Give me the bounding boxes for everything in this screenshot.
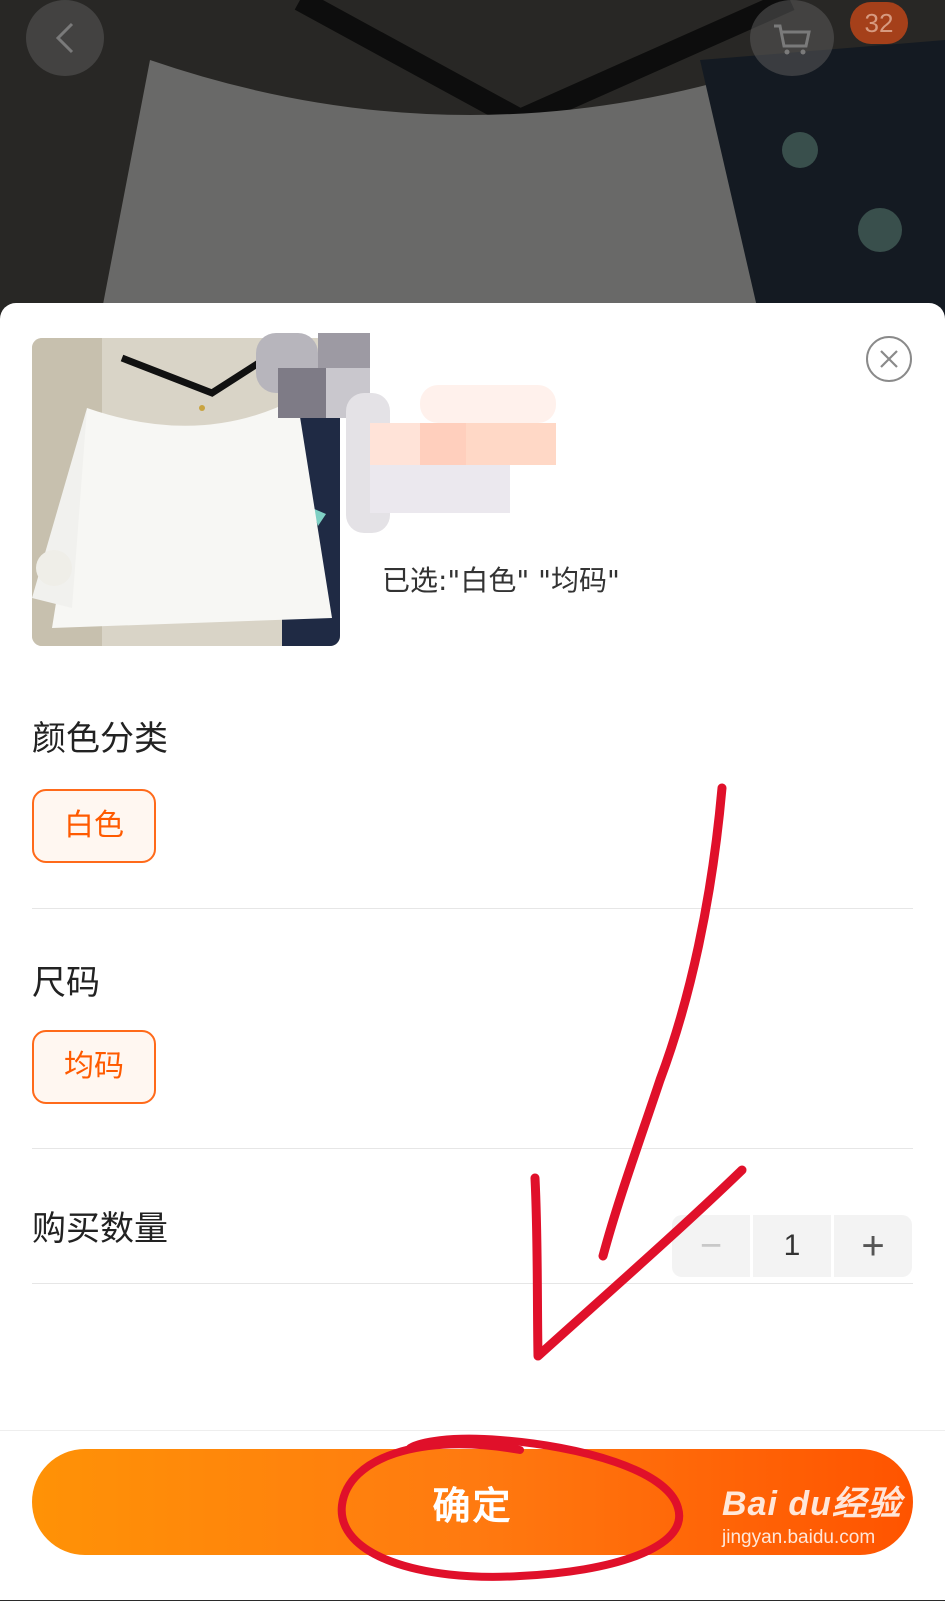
color-section-title: 颜色分类 <box>32 719 168 759</box>
selected-spec-text: 已选:"白色" "均码" <box>382 564 620 597</box>
size-section-title: 尺码 <box>32 963 100 1003</box>
color-option-white[interactable]: 白色 <box>32 789 156 863</box>
divider <box>32 908 913 909</box>
size-option-onesize[interactable]: 均码 <box>32 1030 156 1104</box>
quantity-minus-button[interactable]: − <box>672 1215 750 1277</box>
cart-button[interactable] <box>750 0 834 76</box>
cart-count-badge: 32 <box>850 2 908 44</box>
price-mosaic <box>256 333 556 533</box>
quantity-value[interactable]: 1 <box>753 1215 831 1277</box>
baidu-jingyan-watermark: Bai du经验 jingyan.baidu.com <box>722 1476 922 1549</box>
quantity-stepper: − 1 + <box>672 1215 912 1277</box>
sku-selection-sheet: 已选:"白色" "均码" 颜色分类 白色 尺码 均码 购买数量 − 1 + 确定 <box>0 303 945 1600</box>
watermark-logo: Bai du经验 <box>722 1485 902 1523</box>
close-icon <box>880 350 898 368</box>
quantity-label: 购买数量 <box>32 1209 168 1249</box>
quantity-plus-button[interactable]: + <box>834 1215 912 1277</box>
watermark-url: jingyan.baidu.com <box>722 1527 876 1548</box>
divider <box>32 1148 913 1149</box>
close-button[interactable] <box>866 336 912 382</box>
back-button[interactable] <box>26 0 104 76</box>
chevron-left-icon <box>55 22 74 54</box>
cart-icon <box>774 24 811 55</box>
divider <box>32 1283 913 1284</box>
